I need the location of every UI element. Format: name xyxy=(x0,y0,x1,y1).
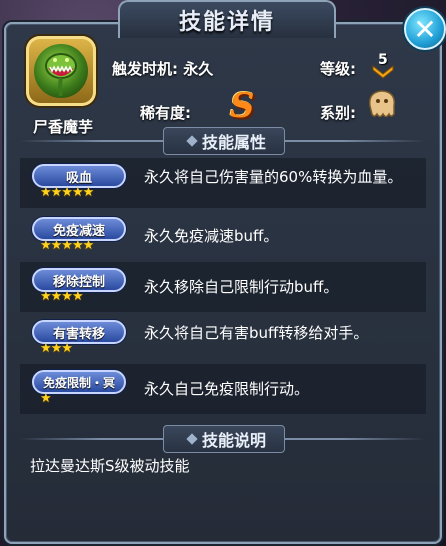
attribute-row: 吸血 ★★★★★ 永久将自己伤害量的60%转换为血量。 xyxy=(20,158,426,208)
level-label: 等级: xyxy=(320,60,356,78)
star-rating: ★★★★★ xyxy=(40,238,94,253)
rarity-value: S xyxy=(230,86,255,126)
star-rating: ★★★★ xyxy=(40,289,84,304)
diamond-icon xyxy=(186,433,198,445)
star-rating: ★★★ xyxy=(40,341,73,356)
attribute-row: 有害转移 ★★★ 永久将自己有害buff转移给对手。 xyxy=(20,314,426,364)
trigger-field: 触发时机: 永久 xyxy=(112,58,213,79)
skill-header: 尸香魔芋 触发时机: 永久 等级: 5 稀有度: S 系别: xyxy=(14,32,434,136)
trigger-label: 触发时机: xyxy=(112,60,178,78)
trigger-value: 永久 xyxy=(183,60,214,78)
description-section-title: 技能说明 xyxy=(163,425,285,453)
skill-icon-frame xyxy=(26,36,96,106)
attribute-description: 永久将自己伤害量的60%转换为血量。 xyxy=(144,168,403,186)
carnivorous-plant-icon xyxy=(34,44,88,98)
attribute-description: 永久免疫减速buff。 xyxy=(144,227,279,245)
attribute-row: 免疫限制・冥 ★ 永久自己免疫限制行动。 xyxy=(20,364,426,414)
star-rating: ★ xyxy=(40,391,52,406)
level-value: 5 xyxy=(378,52,388,68)
level-badge: 5 xyxy=(370,52,396,80)
attribute-description: 永久将自己有害buff转移给对手。 xyxy=(144,324,369,342)
ghost-type-icon xyxy=(364,86,400,126)
category-label: 系别: xyxy=(320,104,356,122)
attribute-description: 永久移除自己限制行动buff。 xyxy=(144,278,339,296)
description-title-text: 技能说明 xyxy=(201,431,266,450)
attribute-description: 永久自己免疫限制行动。 xyxy=(144,380,310,398)
attributes-section-title: 技能属性 xyxy=(163,127,285,155)
attribute-row: 免疫减速 ★★★★★ 永久免疫减速buff。 xyxy=(20,211,426,261)
attribute-row: 移除控制 ★★★★ 永久移除自己限制行动buff。 xyxy=(20,262,426,312)
skill-name: 尸香魔芋 xyxy=(32,118,93,136)
rarity-label: 稀有度: xyxy=(140,104,191,122)
diamond-icon xyxy=(186,135,198,147)
star-rating: ★★★★★ xyxy=(40,185,94,200)
attributes-title-text: 技能属性 xyxy=(201,133,266,152)
skill-description: 拉达曼达斯S级被动技能 xyxy=(30,457,190,475)
